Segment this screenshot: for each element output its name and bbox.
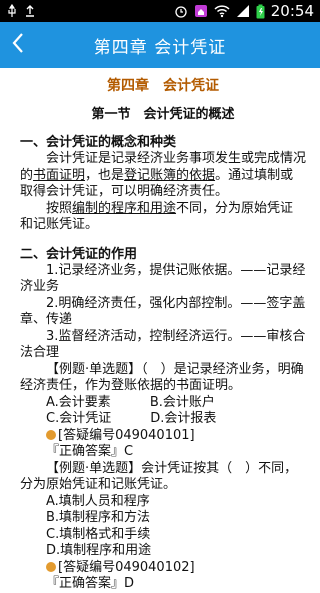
text-span: 按照 xyxy=(46,200,73,216)
option: A.会计要素 xyxy=(46,394,111,410)
option: D.填制程序和用途 xyxy=(46,543,152,558)
home-app-icon xyxy=(194,4,208,18)
heading-function: 二、会计凭证的作用 xyxy=(20,246,138,262)
question-mark-icon xyxy=(46,561,56,572)
option: B.填制程序和方法 xyxy=(46,510,151,525)
paragraph-definition: 会计凭证是记录经济业务事项发生或完成情况的书面证明，也是登记账簿的依据。通过填制… xyxy=(20,151,306,201)
option-row: A.会计要素 B.会计账户 xyxy=(20,395,306,412)
back-button[interactable] xyxy=(0,22,36,68)
function-item: 2.明确经济责任，强化内部控制。——签字盖章、传递 xyxy=(20,295,306,328)
text-span: ，也是 xyxy=(85,167,125,183)
upload-icon xyxy=(24,4,36,18)
option: B.会计账户 xyxy=(149,394,215,410)
answer-link-row[interactable]: [答疑编号049040102] xyxy=(20,560,306,577)
option: D.会计报表 xyxy=(150,411,217,426)
section-title: 第一节 会计凭证的概述 xyxy=(91,107,235,122)
function-item: 1.记录经济业务，提供记账依据。——记录经济业务 xyxy=(20,262,306,295)
wifi-icon xyxy=(214,4,230,18)
question-text: 【例题·单选题】（ ）是记录经济业务，明确经济责任，作为登账依据的书面证明。 xyxy=(20,361,304,394)
option: A.填制人员和程序 xyxy=(46,493,150,509)
app-bar: 第四章 会计凭证 xyxy=(0,22,320,68)
heading-concept: 一、会计凭证的概念和种类 xyxy=(20,135,177,150)
option-row: C.会计凭证 D.会计报表 xyxy=(20,411,306,428)
underlined-term: 书面证明 xyxy=(33,167,86,183)
function-item: 3.监督经济活动，控制经济运行。——审核合法合理 xyxy=(20,328,306,361)
underlined-term: 编制的程序和用途 xyxy=(72,200,177,216)
article-content: 第四章 会计凭证 第一节 会计凭证的概述 一、会计凭证的概念和种类 会计凭证是记… xyxy=(0,68,320,593)
usb-icon xyxy=(6,4,18,18)
answer-code[interactable]: [答疑编号049040101] xyxy=(58,428,195,443)
alarm-icon xyxy=(174,4,188,18)
option: C.填制格式和手续 xyxy=(46,526,151,542)
correct-answer: 『正确答案』C xyxy=(46,444,134,459)
battery-icon xyxy=(256,4,265,19)
question-text: 【例题·单选题】会计凭证按其（ ）不同，分为原始凭证和记账凭证。 xyxy=(20,460,298,493)
underlined-term: 登记账簿的依据 xyxy=(124,167,216,183)
paragraph-classification: 按照编制的程序和用途不同，分为原始凭证和记账凭证。 xyxy=(20,201,306,234)
correct-answer: 『正确答案』D xyxy=(46,576,135,591)
option: C.会计凭证 xyxy=(46,411,112,426)
status-time: 20:54 xyxy=(270,2,314,20)
chapter-title: 第四章 会计凭证 xyxy=(107,78,219,94)
chevron-left-icon xyxy=(11,32,25,58)
status-bar: 20:54 xyxy=(0,0,320,22)
signal-icon xyxy=(236,4,250,18)
question-mark-icon xyxy=(46,429,56,440)
answer-code[interactable]: [答疑编号049040102] xyxy=(58,560,195,575)
answer-link-row[interactable]: [答疑编号049040101] xyxy=(20,428,306,445)
page-title: 第四章 会计凭证 xyxy=(93,37,227,58)
